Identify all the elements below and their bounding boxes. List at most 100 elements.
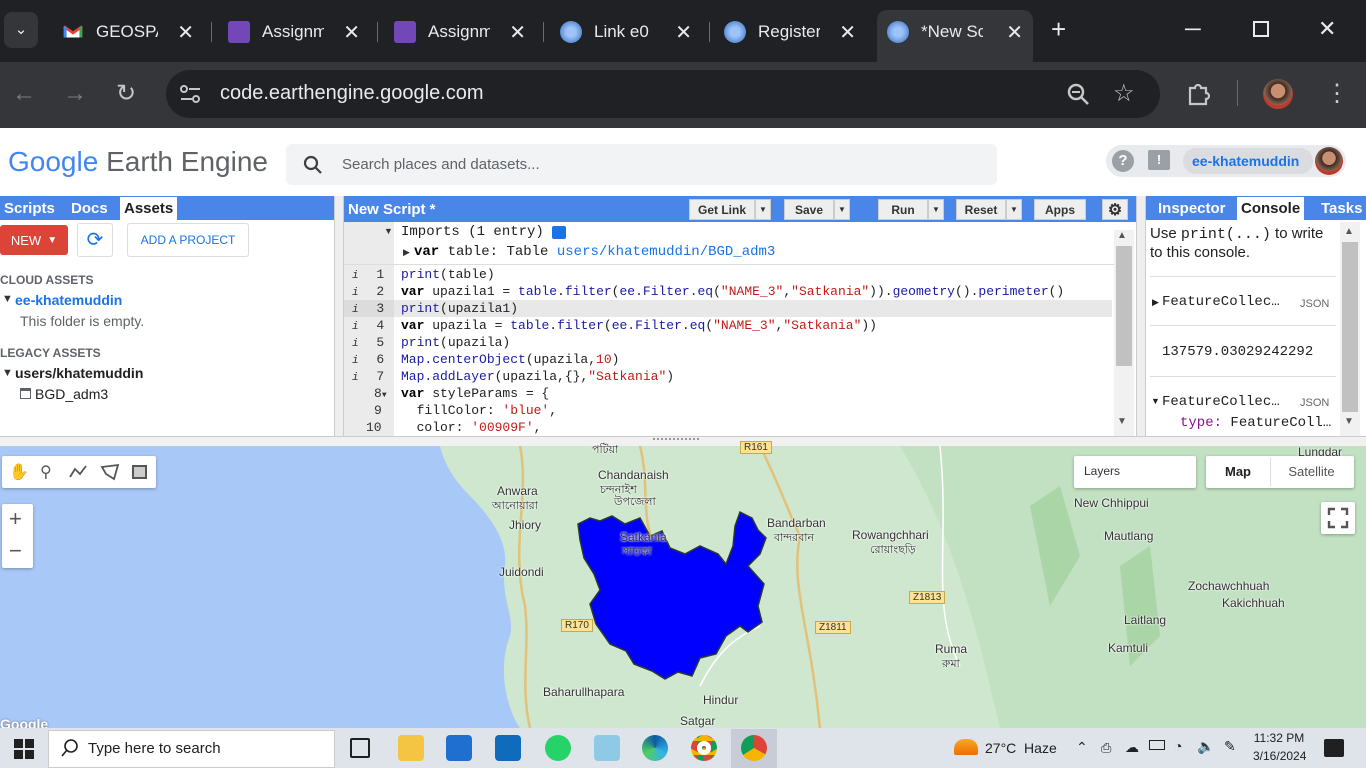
run-dropdown-icon[interactable]: ▼	[928, 199, 944, 220]
battery-icon[interactable]	[1149, 740, 1165, 750]
line-tool-icon[interactable]	[68, 463, 88, 481]
clock-date[interactable]: 3/16/2024	[1253, 749, 1306, 763]
hand-pan-icon[interactable]: ✋	[9, 462, 29, 482]
browser-tab-1[interactable]: GEOSPA ✕	[52, 10, 204, 54]
refresh-icon[interactable]: ⟳	[77, 223, 113, 257]
expand-caret-icon[interactable]: ▶	[403, 247, 410, 258]
minimize-button[interactable]: ─	[1185, 16, 1201, 42]
help-icon[interactable]: ?	[1112, 150, 1134, 172]
project-ee-khatemuddin[interactable]: ee-khatemuddin	[15, 292, 122, 308]
scroll-down-icon[interactable]: ▼	[1344, 416, 1354, 427]
notification-center-icon[interactable]	[1324, 739, 1344, 757]
polygon-tool-icon[interactable]	[100, 463, 120, 481]
close-icon[interactable]: ✕	[333, 20, 360, 45]
import-entry[interactable]: var table: Table users/khatemuddin/BGD_a…	[414, 244, 775, 261]
code-line-6[interactable]: Map.centerObject(upazila,10)	[401, 351, 619, 368]
tab-tasks[interactable]: Tasks	[1317, 197, 1366, 220]
chevron-up-icon[interactable]: ⌃	[1076, 739, 1088, 756]
extensions-icon[interactable]	[1186, 80, 1212, 106]
browser-tab-4[interactable]: Link e0 ✕	[550, 10, 702, 54]
zoom-icon[interactable]	[1066, 82, 1090, 106]
tab-console[interactable]: Console	[1237, 197, 1305, 220]
zoom-in-button[interactable]: +	[9, 506, 22, 532]
back-button[interactable]: ←	[12, 80, 36, 108]
right-splitter[interactable]	[1136, 196, 1146, 436]
browser-tab-3[interactable]: Assignm ✕	[384, 10, 536, 54]
add-project-button[interactable]: ADD A PROJECT	[127, 223, 249, 257]
settings-gear-icon[interactable]: ⚙	[1102, 199, 1128, 220]
splitter-grip-icon[interactable]	[653, 438, 699, 442]
browser-tab-5[interactable]: Register ✕	[714, 10, 866, 54]
feedback-icon[interactable]: !	[1148, 150, 1170, 170]
edge-icon[interactable]	[642, 735, 668, 761]
console-scroll-thumb[interactable]	[1342, 242, 1358, 412]
close-icon[interactable]: ✕	[499, 20, 526, 45]
mail-icon[interactable]	[495, 735, 521, 761]
close-icon[interactable]: ✕	[996, 20, 1023, 45]
whatsapp-icon[interactable]	[545, 735, 571, 761]
chrome-icon[interactable]	[691, 735, 717, 761]
taskbar-search-placeholder[interactable]: Type here to search	[88, 740, 221, 757]
store-icon[interactable]	[446, 735, 472, 761]
collapse-caret-icon[interactable]: ▼	[1151, 396, 1160, 406]
scroll-up-icon[interactable]: ▲	[1117, 230, 1127, 241]
close-icon[interactable]: ✕	[829, 20, 856, 45]
code-line-8[interactable]: var styleParams = {	[401, 385, 549, 402]
bookmark-star-icon[interactable]: ☆	[1113, 79, 1135, 108]
reload-button[interactable]: ↻	[116, 79, 136, 108]
expand-caret-icon[interactable]: ▼	[2, 367, 13, 379]
code-line-5[interactable]: print(upazila)	[401, 334, 510, 351]
more-menu-icon[interactable]: ⋮	[1325, 79, 1349, 108]
get-link-button[interactable]: Get Link	[689, 199, 755, 220]
account-avatar[interactable]	[1315, 147, 1343, 175]
meet-icon[interactable]: ⎙	[1101, 740, 1111, 756]
layers-button[interactable]: Layers	[1074, 456, 1196, 488]
zoom-out-button[interactable]: −	[9, 538, 22, 564]
task-view-icon[interactable]	[350, 738, 370, 758]
code-line-1[interactable]: print(table)	[401, 266, 495, 283]
tab-docs[interactable]: Docs	[67, 197, 112, 220]
site-info-icon[interactable]	[178, 82, 204, 106]
imports-doc-icon[interactable]	[552, 226, 566, 239]
maximize-button[interactable]	[1253, 21, 1269, 37]
close-icon[interactable]: ✕	[665, 20, 692, 45]
gee-logo[interactable]: Google Earth Engine	[8, 146, 268, 178]
browser-tab-2[interactable]: Assignm ✕	[218, 10, 370, 54]
new-tab-button[interactable]: +	[1051, 14, 1066, 45]
rectangle-tool-icon[interactable]	[132, 465, 147, 479]
scroll-down-icon[interactable]: ▼	[1117, 416, 1127, 427]
close-icon[interactable]: ✕	[167, 20, 194, 45]
code-line-9[interactable]: fillColor: 'blue',	[401, 402, 557, 419]
tab-inspector[interactable]: Inspector	[1154, 197, 1230, 220]
app-icon[interactable]	[594, 735, 620, 761]
code-line-2[interactable]: var upazila1 = table.filter(ee.Filter.eq…	[401, 283, 1064, 300]
point-marker-icon[interactable]: ⚲	[40, 462, 52, 482]
imports-header[interactable]: Imports (1 entry)	[401, 224, 544, 241]
reset-dropdown-icon[interactable]: ▼	[1006, 199, 1022, 220]
expand-caret-icon[interactable]: ▶	[1152, 297, 1159, 308]
url-text[interactable]: code.earthengine.google.com	[220, 82, 484, 105]
console-entry-3[interactable]: FeatureCollec…	[1162, 394, 1280, 410]
new-asset-button[interactable]: NEW ▼	[0, 225, 68, 255]
code-line-7[interactable]: Map.addLayer(upazila,{},"Satkania")	[401, 368, 674, 385]
browser-tab-active[interactable]: *New Sc ✕	[877, 10, 1033, 62]
tab-search-button[interactable]: ⌄	[4, 12, 38, 48]
reset-button[interactable]: Reset	[956, 199, 1006, 220]
code-line-3[interactable]: print(upazila1)	[401, 300, 518, 317]
chrome-profile-icon[interactable]	[741, 735, 767, 761]
window-close-button[interactable]: ✕	[1318, 16, 1336, 42]
save-dropdown-icon[interactable]: ▼	[834, 199, 850, 220]
weather-text[interactable]: 27°C Haze	[985, 740, 1057, 756]
run-button[interactable]: Run	[878, 199, 928, 220]
windows-start-icon[interactable]	[14, 739, 34, 759]
wifi-icon[interactable]: ◔	[1174, 738, 1182, 754]
left-splitter[interactable]	[334, 196, 344, 436]
volume-icon[interactable]: 🔈	[1197, 738, 1214, 755]
script-title[interactable]: New Script *	[348, 201, 436, 218]
forward-button[interactable]: →	[63, 80, 87, 108]
asset-bgd-adm3[interactable]: BGD_adm3	[35, 386, 108, 402]
json-tag[interactable]: JSON	[1300, 397, 1329, 409]
search-placeholder[interactable]: Search places and datasets...	[342, 156, 540, 173]
editor-scroll-thumb[interactable]	[1116, 246, 1132, 366]
scroll-up-icon[interactable]: ▲	[1344, 226, 1354, 237]
